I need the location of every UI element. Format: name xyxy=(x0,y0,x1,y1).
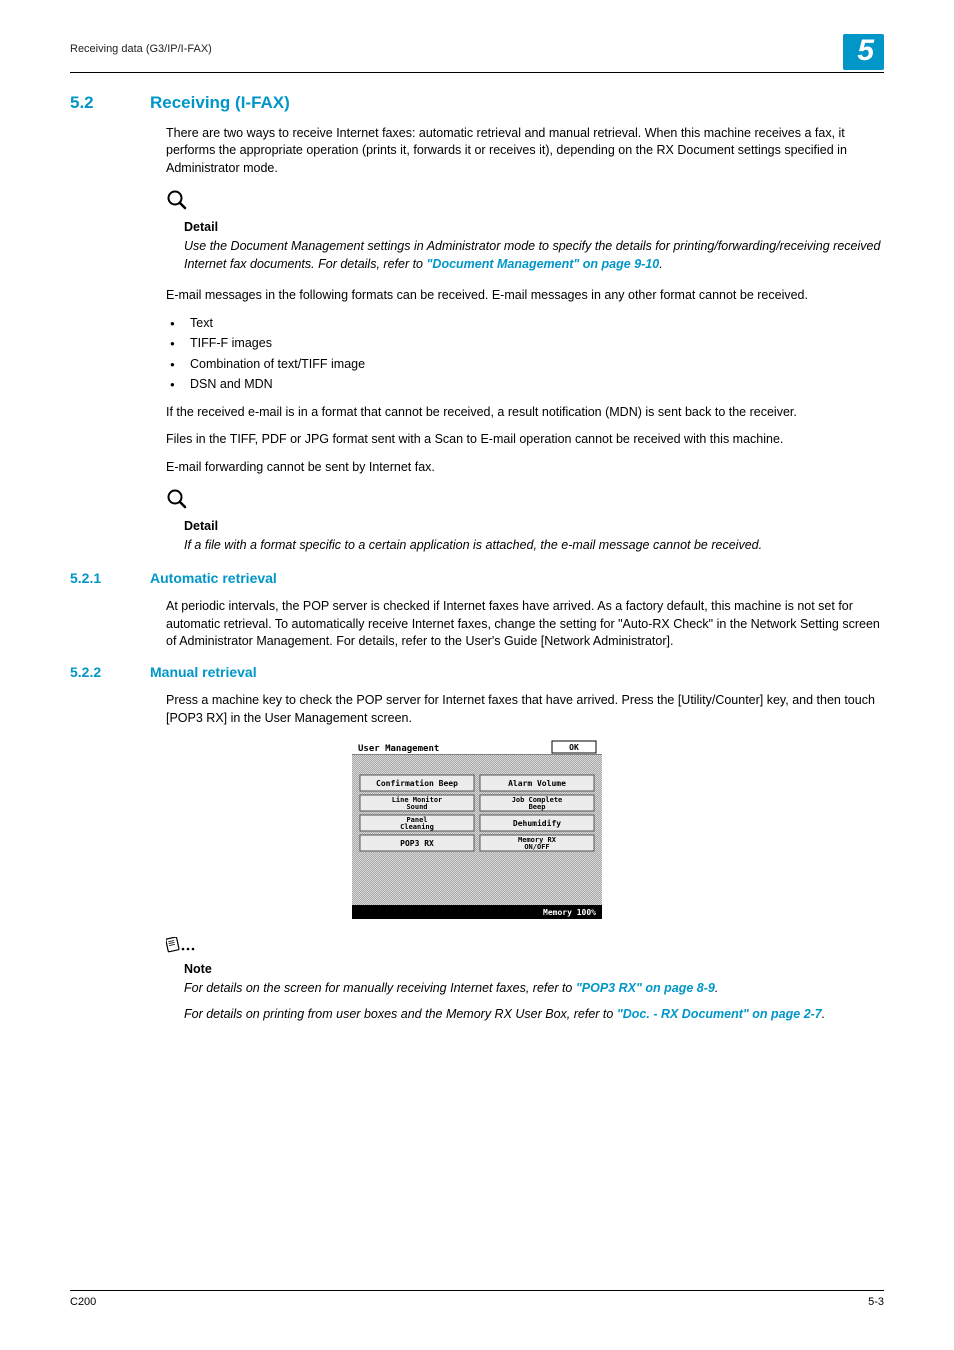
section-intro: There are two ways to receive Internet f… xyxy=(166,125,884,178)
detail-label: Detail xyxy=(184,219,884,237)
subsection-number: 5.2.1 xyxy=(70,569,150,589)
lcd-memory-status: Memory 100% xyxy=(543,908,596,917)
note-icon xyxy=(166,937,196,959)
detail-body: Use the Document Management settings in … xyxy=(184,238,884,273)
sub2-body: Press a machine key to check the POP ser… xyxy=(166,692,884,727)
list-item: Text xyxy=(166,315,884,333)
svg-text:Dehumidify: Dehumidify xyxy=(513,818,561,828)
subsection-heading-2: 5.2.2 Manual retrieval xyxy=(70,663,884,683)
note-label: Note xyxy=(184,961,884,979)
svg-text:ON/OFF: ON/OFF xyxy=(524,843,549,851)
detail-body: If a file with a format specific to a ce… xyxy=(184,537,884,555)
list-item: Combination of text/TIFF image xyxy=(166,356,884,374)
lcd-screenshot: User Management OK Confirmation Beep Ala… xyxy=(352,739,602,919)
chapter-number-badge: 5 xyxy=(843,34,884,70)
svg-text:Alarm Volume: Alarm Volume xyxy=(508,779,566,788)
svg-text:Confirmation Beep: Confirmation Beep xyxy=(376,778,458,788)
page-header: Receiving data (G3/IP/I-FAX) 5 xyxy=(70,42,884,73)
svg-text:Sound: Sound xyxy=(406,803,427,811)
section-number: 5.2 xyxy=(70,91,150,115)
formats-block: E-mail messages in the following formats… xyxy=(166,287,884,476)
formats-p3: E-mail forwarding cannot be sent by Inte… xyxy=(166,459,884,477)
subsection-number: 5.2.2 xyxy=(70,663,150,683)
lcd-title: User Management xyxy=(358,744,439,754)
formats-list: Text TIFF-F images Combination of text/T… xyxy=(166,315,884,394)
formats-p1: If the received e-mail is in a format th… xyxy=(166,404,884,422)
svg-text:POP3 RX: POP3 RX xyxy=(400,839,434,848)
lcd-ok-button: OK xyxy=(569,743,579,752)
formats-intro: E-mail messages in the following formats… xyxy=(166,287,884,305)
section-title: Receiving (I-FAX) xyxy=(150,91,290,115)
note-body: For details on the screen for manually r… xyxy=(184,980,884,1023)
sub1-paragraph: At periodic intervals, the POP server is… xyxy=(166,598,884,651)
formats-p2: Files in the TIFF, PDF or JPG format sen… xyxy=(166,431,884,449)
page-footer: C200 5-3 xyxy=(70,1290,884,1310)
list-item: DSN and MDN xyxy=(166,376,884,394)
footer-left: C200 xyxy=(70,1295,96,1310)
detail-callout-1: Detail Use the Document Management setti… xyxy=(166,189,884,273)
pop3-rx-link[interactable]: "POP3 RX" on page 8-9 xyxy=(576,981,715,995)
subsection-title: Automatic retrieval xyxy=(150,569,277,589)
section-heading: 5.2 Receiving (I-FAX) xyxy=(70,91,884,115)
note-callout: Note For details on the screen for manua… xyxy=(166,937,884,1023)
svg-text:Beep: Beep xyxy=(529,803,546,811)
subsection-title: Manual retrieval xyxy=(150,663,257,683)
intro-paragraph: There are two ways to receive Internet f… xyxy=(166,125,884,178)
magnifier-icon xyxy=(166,488,188,516)
detail-callout-2: Detail If a file with a format specific … xyxy=(166,488,884,555)
footer-right: 5-3 xyxy=(868,1295,884,1310)
running-head: Receiving data (G3/IP/I-FAX) xyxy=(70,42,212,57)
svg-text:Cleaning: Cleaning xyxy=(400,823,434,831)
subsection-heading-1: 5.2.1 Automatic retrieval xyxy=(70,569,884,589)
magnifier-icon xyxy=(166,189,188,217)
sub1-body: At periodic intervals, the POP server is… xyxy=(166,598,884,651)
list-item: TIFF-F images xyxy=(166,335,884,353)
detail-label: Detail xyxy=(184,518,884,536)
document-management-link[interactable]: "Document Management" on page 9-10 xyxy=(426,257,659,271)
doc-rx-document-link[interactable]: "Doc. - RX Document" on page 2-7 xyxy=(617,1007,822,1021)
sub2-paragraph: Press a machine key to check the POP ser… xyxy=(166,692,884,727)
